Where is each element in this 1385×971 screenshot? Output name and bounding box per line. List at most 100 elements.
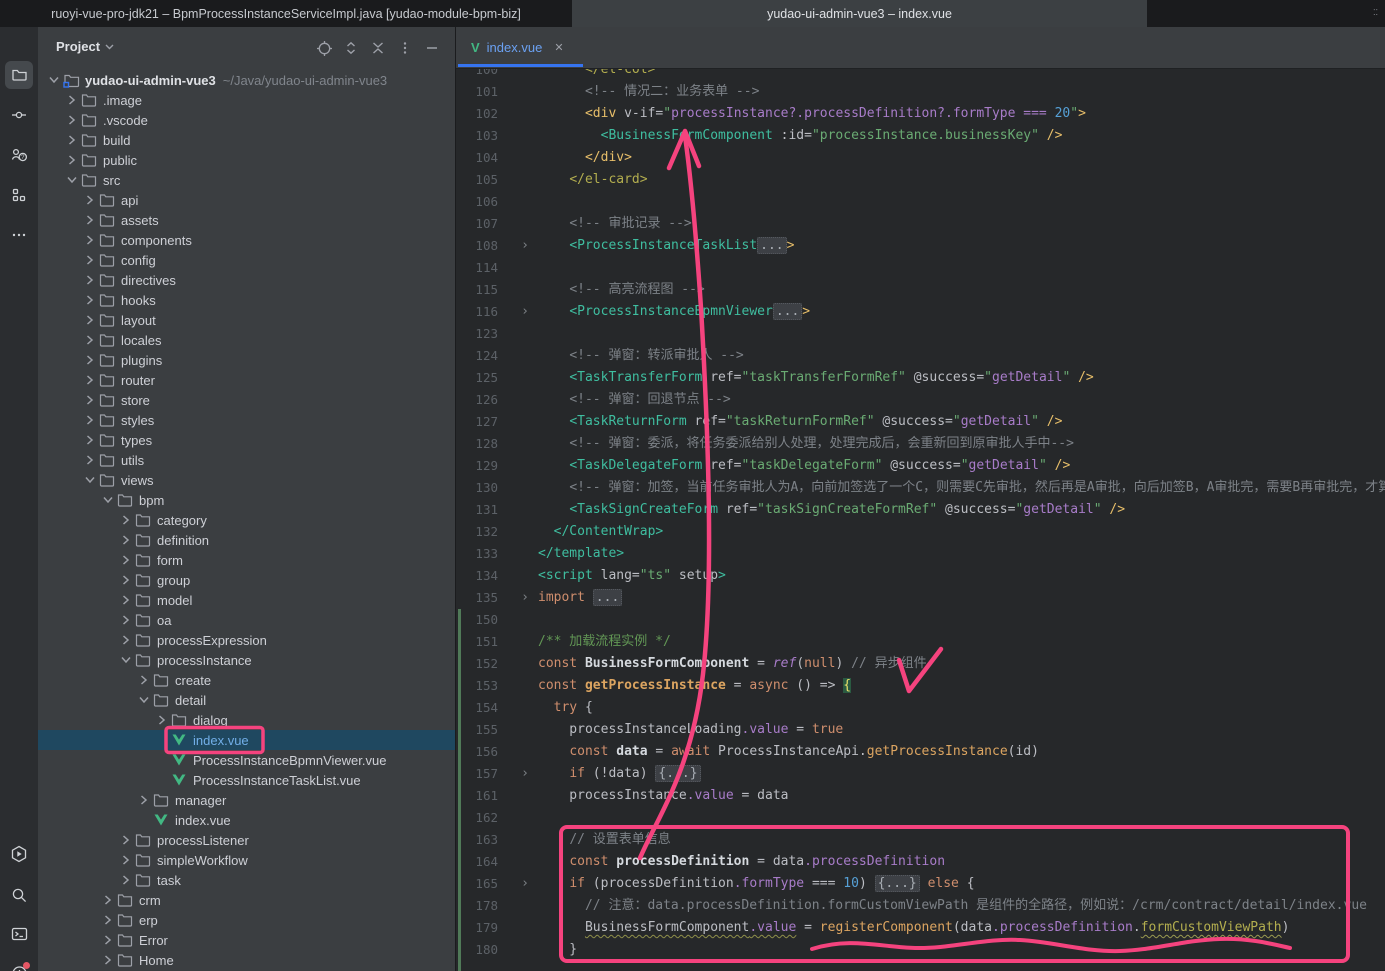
code-line-178[interactable]: 178 // 注意：data.processDefinition.formCus… [456,895,1385,917]
activity-button-more-icon[interactable] [5,221,33,249]
window-menu-icon[interactable]: ⁚⁚ [1373,10,1381,16]
chevron-right-icon[interactable] [118,594,133,606]
code-line-126[interactable]: 126 <!-- 弹窗：回退节点 --> [456,389,1385,411]
chevron-right-icon[interactable] [82,354,97,366]
line-number[interactable]: 103 [456,125,498,147]
chevron-right-icon[interactable] [82,234,97,246]
code-line-161[interactable]: 161 processInstance.value = data [456,785,1385,807]
tree-item-index.vue[interactable]: index.vue [38,810,456,830]
chevron-right-icon[interactable] [82,334,97,346]
code-line-114[interactable]: 114 [456,257,1385,279]
code-line-108[interactable]: 108› <ProcessInstanceTaskList...> [456,235,1385,257]
line-number[interactable]: 128 [456,433,498,455]
code-line-103[interactable]: 103 <BusinessFormComponent :id="processI… [456,125,1385,147]
fold-chevron-icon[interactable]: › [518,873,532,895]
code-line-105[interactable]: 105 </el-card> [456,169,1385,191]
chevron-right-icon[interactable] [82,194,97,206]
chevron-right-icon[interactable] [82,374,97,386]
code-line-127[interactable]: 127 <TaskReturnForm ref="taskReturnFormR… [456,411,1385,433]
chevron-right-icon[interactable] [136,674,151,686]
fold-chevron-icon[interactable]: › [518,763,532,785]
tree-item-processListener[interactable]: processListener [38,830,456,850]
activity-button-problems-icon[interactable] [5,959,33,971]
code-line-152[interactable]: 152const BusinessFormComponent = ref(nul… [456,653,1385,675]
line-number[interactable]: 132 [456,521,498,543]
project-panel-title[interactable]: Project [56,39,114,54]
chevron-right-icon[interactable] [64,154,79,166]
chevron-right-icon[interactable] [100,954,115,966]
code-line-123[interactable]: 123 [456,323,1385,345]
tree-item-group[interactable]: group [38,570,456,590]
code-line-116[interactable]: 116› <ProcessInstanceBpmnViewer...> [456,301,1385,323]
tree-item-config[interactable]: config [38,250,456,270]
editor-tab-index-vue[interactable]: V index.vue ✕ [458,27,583,67]
code-line-151[interactable]: 151/** 加载流程实例 */ [456,631,1385,653]
code-line-132[interactable]: 132 </ContentWrap> [456,521,1385,543]
line-number[interactable]: 151 [456,631,498,653]
line-number[interactable]: 155 [456,719,498,741]
code-line-165[interactable]: 165› if (processDefinition.formType === … [456,873,1385,895]
tree-item-hooks[interactable]: hooks [38,290,456,310]
code-line-125[interactable]: 125 <TaskTransferForm ref="taskTransferF… [456,367,1385,389]
chevron-right-icon[interactable] [118,514,133,526]
chevron-right-icon[interactable] [82,454,97,466]
tree-item-index.vue[interactable]: index.vue [38,730,456,750]
line-number[interactable]: 179 [456,917,498,939]
chevron-right-icon[interactable] [100,914,115,926]
chevron-down-icon[interactable] [46,74,61,86]
tree-item-processInstance[interactable]: processInstance [38,650,456,670]
line-number[interactable]: 152 [456,653,498,675]
line-number[interactable]: 135 [456,587,498,609]
line-number[interactable]: 115 [456,279,498,301]
chevron-down-icon[interactable] [136,694,151,706]
chevron-right-icon[interactable] [82,314,97,326]
panel-header-locate-icon[interactable] [314,38,334,58]
line-number[interactable]: 123 [456,323,498,345]
code-line-154[interactable]: 154 try { [456,697,1385,719]
line-number[interactable]: 156 [456,741,498,763]
line-number[interactable]: 105 [456,169,498,191]
line-number[interactable]: 161 [456,785,498,807]
chevron-right-icon[interactable] [118,854,133,866]
activity-button-project-folder-icon[interactable] [5,61,33,89]
tree-item-manager[interactable]: manager [38,790,456,810]
line-number[interactable]: 134 [456,565,498,587]
code-line-106[interactable]: 106 [456,191,1385,213]
chevron-down-icon[interactable] [100,494,115,506]
chevron-right-icon[interactable] [82,254,97,266]
code-line-115[interactable]: 115 <!-- 高亮流程图 --> [456,279,1385,301]
code-line-130[interactable]: 130 <!-- 弹窗：加签，当前任务审批人为A，向前加签选了一个C，则需要C先… [456,477,1385,499]
chevron-right-icon[interactable] [82,214,97,226]
line-number[interactable]: 164 [456,851,498,873]
line-number[interactable]: 114 [456,257,498,279]
tree-item-directives[interactable]: directives [38,270,456,290]
activity-button-structure-icon[interactable] [5,181,33,209]
tree-item-model[interactable]: model [38,590,456,610]
chevron-right-icon[interactable] [118,874,133,886]
tree-item-Home[interactable]: Home [38,950,456,970]
code-line-164[interactable]: 164 const processDefinition = data.proce… [456,851,1385,873]
tree-item-simpleWorkflow[interactable]: simpleWorkflow [38,850,456,870]
line-number[interactable]: 107 [456,213,498,235]
tree-item-store[interactable]: store [38,390,456,410]
tree-item-ProcessInstanceBpmnViewer.vue[interactable]: ProcessInstanceBpmnViewer.vue [38,750,456,770]
tree-item-public[interactable]: public [38,150,456,170]
code-line-157[interactable]: 157› if (!data) {...} [456,763,1385,785]
code-line-155[interactable]: 155 processInstanceLoading.value = true [456,719,1385,741]
chevron-down-icon[interactable] [64,174,79,186]
panel-editor-divider[interactable] [455,27,456,971]
code-area[interactable]: 100 </el-col>101 <!-- 情况二：业务表单 -->102 <d… [456,27,1385,971]
chevron-right-icon[interactable] [100,934,115,946]
tree-item-views[interactable]: views [38,470,456,490]
chevron-right-icon[interactable] [64,94,79,106]
code-line-180[interactable]: 180 } [456,939,1385,961]
code-line-129[interactable]: 129 <TaskDelegateForm ref="taskDelegateF… [456,455,1385,477]
line-number[interactable]: 180 [456,939,498,961]
code-line-104[interactable]: 104 </div> [456,147,1385,169]
activity-button-run-icon[interactable] [5,840,33,868]
line-number[interactable]: 162 [456,807,498,829]
fold-chevron-icon[interactable]: › [518,301,532,323]
code-editor[interactable]: 100 </el-col>101 <!-- 情况二：业务表单 -->102 <d… [456,27,1385,971]
chevron-right-icon[interactable] [82,414,97,426]
tree-item-task[interactable]: task [38,870,456,890]
